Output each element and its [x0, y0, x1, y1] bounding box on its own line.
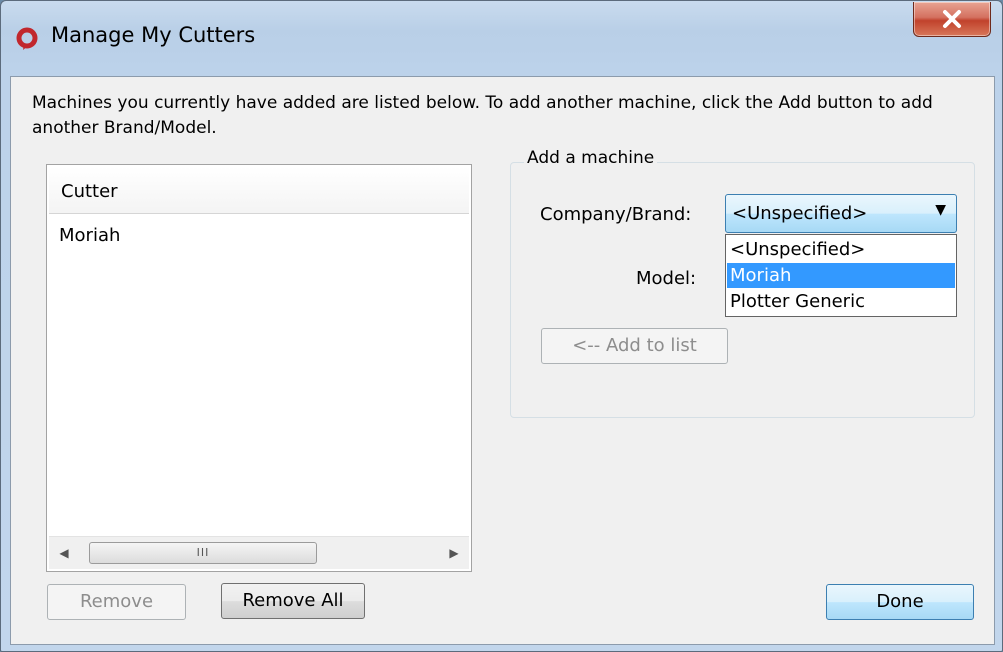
scroll-right-arrow-icon[interactable]: ▶ [445, 543, 463, 563]
close-button[interactable] [913, 2, 991, 37]
list-item[interactable]: Moriah [59, 225, 120, 246]
scroll-thumb[interactable]: III [89, 542, 317, 564]
add-machine-legend: Add a machine [524, 148, 658, 168]
option-moriah[interactable]: Moriah [727, 263, 955, 288]
close-icon [943, 10, 961, 28]
remove-all-button[interactable]: Remove All [221, 583, 365, 619]
company-brand-options: <Unspecified> Moriah Plotter Generic [725, 234, 957, 317]
done-button[interactable]: Done [826, 584, 974, 620]
horizontal-scrollbar[interactable]: ◀ III ▶ [49, 536, 469, 569]
title-bar[interactable]: Manage My Cutters [1, 1, 1002, 77]
chevron-down-icon: ▼ [935, 202, 946, 218]
option-unspecified[interactable]: <Unspecified> [727, 237, 955, 262]
remove-button[interactable]: Remove [47, 584, 186, 620]
option-plotter-generic[interactable]: Plotter Generic [727, 289, 955, 314]
scroll-left-arrow-icon[interactable]: ◀ [55, 543, 73, 563]
company-brand-label: Company/Brand: [540, 204, 692, 225]
list-column-header[interactable]: Cutter [49, 167, 469, 214]
window-title: Manage My Cutters [51, 23, 256, 47]
app-logo-icon [16, 27, 38, 50]
add-to-list-button[interactable]: <-- Add to list [541, 328, 728, 364]
model-label: Model: [636, 268, 697, 289]
instructions-text: Machines you currently have added are li… [32, 93, 933, 138]
company-brand-dropdown[interactable]: <Unspecified> ▼ [725, 194, 957, 233]
column-header-cutter: Cutter [61, 181, 118, 202]
cutter-list[interactable]: Cutter Moriah ◀ III ▶ [46, 164, 472, 572]
company-brand-value: <Unspecified> [732, 203, 868, 224]
